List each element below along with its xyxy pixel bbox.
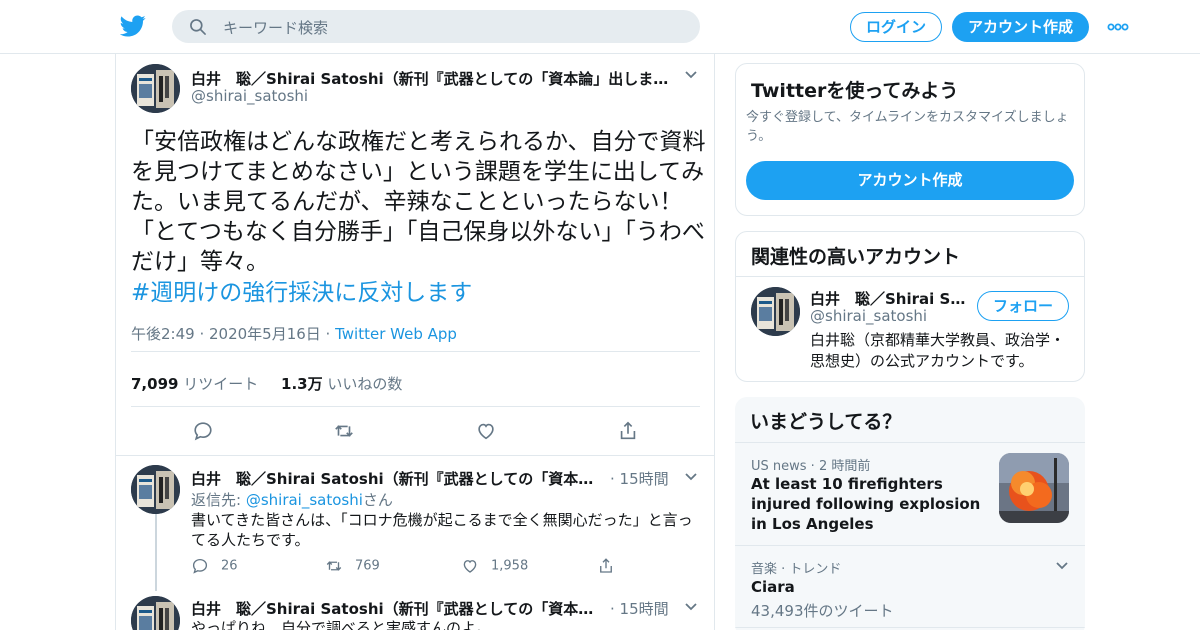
login-button[interactable]: ログイン bbox=[850, 12, 942, 42]
signup-card-title: Twitterを使ってみよう bbox=[751, 80, 959, 102]
like-action[interactable]: 1,958 bbox=[461, 557, 528, 575]
reply-text: 書いてきた皆さんは、「コロナ危機が起こるまで全く無関心だった」と言ってる人たちで… bbox=[191, 511, 693, 549]
more-options-icon[interactable] bbox=[1107, 20, 1129, 34]
trend-meta: 音楽 · トレンド bbox=[751, 562, 842, 577]
reply-icon[interactable] bbox=[192, 420, 214, 442]
reply-icon[interactable] bbox=[191, 557, 209, 575]
chevron-down-icon[interactable] bbox=[684, 70, 698, 80]
search-input[interactable]: キーワード検索 bbox=[223, 17, 328, 38]
signup-card: Twitterを使ってみよう 今すぐ登録して、タイムラインをカスタマイズしましょ… bbox=[735, 63, 1085, 216]
chevron-down-icon[interactable] bbox=[1055, 561, 1069, 571]
divider bbox=[735, 627, 1085, 628]
divider bbox=[116, 455, 714, 456]
author-name[interactable]: 白井 聡／Shirai Satoshi（新刊『武器としての「資本論」出しまし… bbox=[191, 68, 671, 89]
related-accounts-card: 関連性の高いアカウント 白井 聡／Shirai Sa… @shirai_sato… bbox=[735, 231, 1085, 382]
like-count[interactable]: 1.3万 bbox=[281, 375, 323, 393]
retweet-count[interactable]: 7,099 bbox=[131, 375, 178, 393]
reply-author-name[interactable]: 白井 聡／Shirai Satoshi（新刊『武器としての「資本論」… bbox=[191, 468, 603, 489]
trend-meta: US news · 2 時間前 bbox=[751, 459, 871, 474]
signup-card-description: 今すぐ登録して、タイムラインをカスタマイズしましょう。 bbox=[746, 110, 1069, 144]
reply-context: 返信先: @shirai_satoshiさん bbox=[191, 489, 393, 510]
search-icon bbox=[190, 19, 206, 35]
avatar[interactable] bbox=[751, 287, 800, 336]
reply-count: 26 bbox=[221, 558, 238, 574]
tweet-timestamp: 午後2:49 · 2020年5月16日 · Twitter Web App bbox=[131, 323, 457, 344]
retweet-action[interactable]: 769 bbox=[325, 557, 380, 575]
tweet-time[interactable]: 午後2:49 · 2020年5月16日 · bbox=[131, 325, 335, 343]
trend-title[interactable]: Ciara bbox=[751, 577, 795, 597]
hashtag-link[interactable]: #週明けの強行採決に反対します bbox=[131, 278, 472, 308]
reply-timestamp[interactable]: · 15時間 bbox=[610, 598, 669, 619]
avatar[interactable] bbox=[131, 64, 180, 113]
divider bbox=[735, 442, 1085, 443]
reply-text: やっぱりね、自分で調べると実感すんのよ。 bbox=[191, 619, 492, 630]
like-label[interactable]: いいねの数 bbox=[327, 375, 402, 393]
retweet-icon[interactable] bbox=[325, 557, 343, 575]
retweet-icon[interactable] bbox=[333, 420, 355, 442]
heart-icon[interactable] bbox=[475, 420, 497, 442]
account-bio: 白井聡（京都精華大学教員、政治学・思想史）の公式アカウントです。 bbox=[810, 331, 1066, 370]
share-action[interactable] bbox=[597, 557, 627, 575]
reply-suffix: さん bbox=[362, 491, 393, 509]
tweet-source-link[interactable]: Twitter Web App bbox=[335, 325, 457, 343]
avatar[interactable] bbox=[131, 596, 180, 630]
trend-title[interactable]: At least 10 firefighters injured followi… bbox=[751, 474, 991, 534]
tweet-text: 「安倍政権はどんな政権だと考えられるか、自分で資料を見つけてまとめなさい」という… bbox=[131, 129, 706, 275]
reply-author-name[interactable]: 白井 聡／Shirai Satoshi（新刊『武器としての「資本論」… bbox=[191, 598, 603, 619]
avatar[interactable] bbox=[131, 465, 180, 514]
reply-action[interactable]: 26 bbox=[191, 557, 238, 575]
trends-title: いまどうしてる？ bbox=[750, 411, 902, 433]
twitter-bird-logo-icon[interactable] bbox=[120, 13, 146, 39]
share-icon[interactable] bbox=[597, 557, 615, 575]
chevron-down-icon[interactable] bbox=[684, 602, 698, 612]
divider bbox=[735, 545, 1085, 546]
trends-card: いまどうしてる？ US news · 2 時間前 At least 10 fir… bbox=[735, 397, 1085, 630]
account-handle[interactable]: @shirai_satoshi bbox=[810, 307, 927, 325]
follow-button[interactable]: フォロー bbox=[977, 291, 1069, 321]
signup-button[interactable]: アカウント作成 bbox=[952, 12, 1089, 42]
trend-thumbnail[interactable] bbox=[999, 453, 1069, 523]
reply-prefix: 返信先: bbox=[191, 491, 246, 509]
reply-timestamp[interactable]: · 15時間 bbox=[610, 468, 669, 489]
like-count: 1,958 bbox=[491, 558, 529, 574]
tweet-stats: 7,099 リツイート 1.3万 いいねの数 bbox=[131, 373, 402, 394]
heart-icon[interactable] bbox=[461, 557, 479, 575]
divider bbox=[131, 406, 700, 407]
chevron-down-icon[interactable] bbox=[684, 472, 698, 482]
divider bbox=[131, 351, 700, 352]
trend-tweet-count: 43,493件のツイート bbox=[751, 602, 894, 620]
author-handle[interactable]: @shirai_satoshi bbox=[191, 87, 308, 105]
top-navigation-bar: キーワード検索 ログイン アカウント作成 bbox=[0, 0, 1200, 54]
retweet-label[interactable]: リツイート bbox=[183, 375, 258, 393]
divider bbox=[736, 276, 1084, 277]
signup-card-button[interactable]: アカウント作成 bbox=[746, 161, 1074, 200]
tweet-detail-column: 白井 聡／Shirai Satoshi（新刊『武器としての「資本論」出しまし… … bbox=[115, 54, 715, 630]
share-icon[interactable] bbox=[617, 420, 639, 442]
search-box[interactable]: キーワード検索 bbox=[172, 10, 700, 43]
related-accounts-title: 関連性の高いアカウント bbox=[751, 246, 961, 268]
retweet-count: 769 bbox=[355, 558, 380, 574]
reply-handle-link[interactable]: @shirai_satoshi bbox=[246, 491, 363, 509]
thread-connector bbox=[155, 514, 157, 591]
account-name[interactable]: 白井 聡／Shirai Sa… bbox=[810, 288, 970, 309]
